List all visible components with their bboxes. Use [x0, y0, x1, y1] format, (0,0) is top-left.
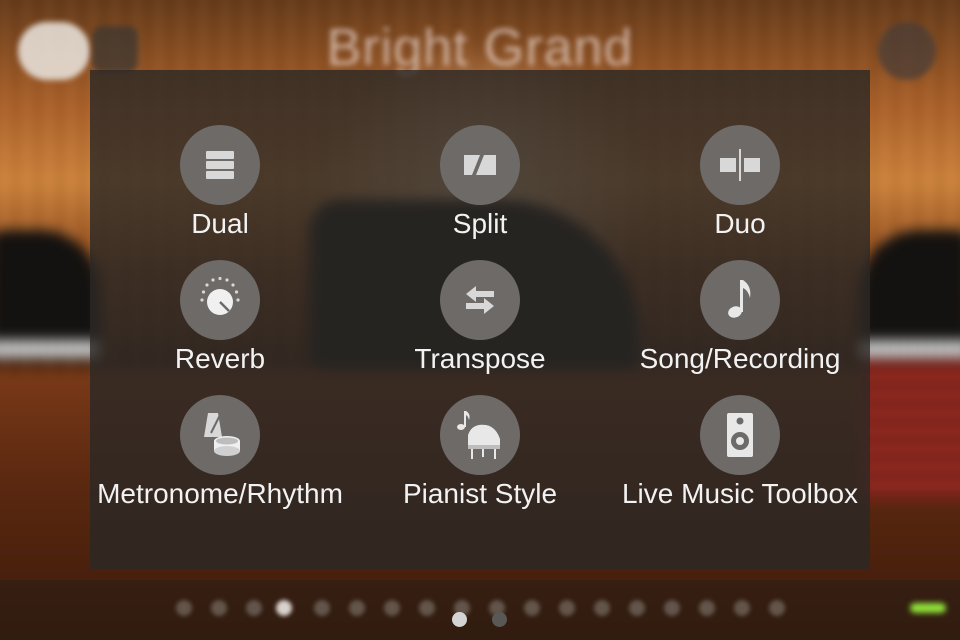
- music-note-icon: [700, 260, 780, 340]
- duo-icon: [700, 125, 780, 205]
- toolbar-indicator: [349, 600, 365, 616]
- toolbar-indicator: [629, 600, 645, 616]
- toolbar-indicator: [559, 600, 575, 616]
- settings-button[interactable]: [878, 22, 936, 80]
- menu-item-duo[interactable]: Duo: [610, 125, 870, 255]
- menu-item-label: Live Music Toolbox: [621, 478, 859, 509]
- function-menu-panel: Dual Split Duo Reverb Transpose Song/Rec…: [90, 70, 870, 627]
- toolbar-indicator-active: [276, 600, 292, 616]
- toolbar-indicator: [314, 600, 330, 616]
- menu-item-dual[interactable]: Dual: [90, 125, 350, 255]
- menu-item-label: Pianist Style: [402, 478, 558, 509]
- toolbar-indicator: [664, 600, 680, 616]
- menu-item-label: Reverb: [174, 343, 266, 374]
- speaker-icon: [700, 395, 780, 475]
- menu-item-split[interactable]: Split: [350, 125, 610, 255]
- menu-item-metronome-rhythm[interactable]: Metronome/Rhythm: [90, 395, 350, 525]
- toolbar-indicator: [384, 600, 400, 616]
- toolbar-indicator: [769, 600, 785, 616]
- menu-item-label: Transpose: [414, 343, 546, 374]
- split-icon: [440, 125, 520, 205]
- toolbar-indicator: [699, 600, 715, 616]
- menu-item-label: Duo: [714, 208, 766, 239]
- toolbar-indicator: [211, 600, 227, 616]
- reverb-icon: [180, 260, 260, 340]
- pianist-style-icon: [440, 395, 520, 475]
- toolbar-indicator: [594, 600, 610, 616]
- toolbar-indicator: [419, 600, 435, 616]
- menu-item-pianist-style[interactable]: Pianist Style: [350, 395, 610, 525]
- page-indicator-1[interactable]: [452, 612, 467, 627]
- toolbar-indicator: [734, 600, 750, 616]
- instrument-title: Bright Grand: [326, 19, 634, 77]
- menu-item-label: Song/Recording: [639, 343, 841, 374]
- dual-icon: [180, 125, 260, 205]
- menu-item-transpose[interactable]: Transpose: [350, 260, 610, 390]
- menu-item-label: Metronome/Rhythm: [97, 478, 343, 509]
- bottom-toolbar: [0, 580, 960, 640]
- menu-item-label: Dual: [191, 208, 249, 239]
- transpose-icon: [440, 260, 520, 340]
- toolbar-indicator: [524, 600, 540, 616]
- page-indicator-2[interactable]: [492, 612, 507, 627]
- menu-item-song-recording[interactable]: Song/Recording: [610, 260, 870, 390]
- toolbar-indicator: [176, 600, 192, 616]
- menu-item-label: Split: [452, 208, 508, 239]
- status-light: [910, 603, 946, 613]
- toolbar-indicator: [246, 600, 262, 616]
- metronome-icon: [180, 395, 260, 475]
- menu-item-live-music-toolbox[interactable]: Live Music Toolbox: [610, 395, 870, 525]
- menu-item-reverb[interactable]: Reverb: [90, 260, 350, 390]
